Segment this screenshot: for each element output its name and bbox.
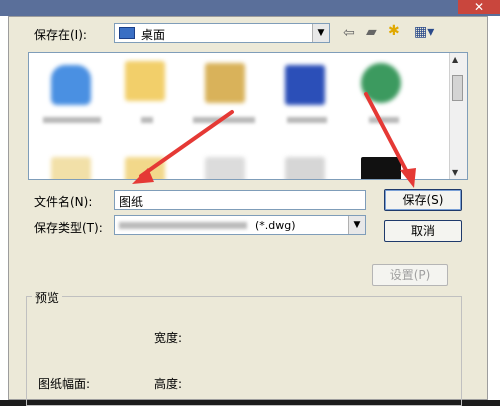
annotation-arrow-1	[139, 110, 234, 178]
annotation-arrows	[132, 92, 416, 188]
annotation-arrow-2	[364, 92, 410, 176]
annotation-arrowhead-2	[400, 168, 416, 188]
